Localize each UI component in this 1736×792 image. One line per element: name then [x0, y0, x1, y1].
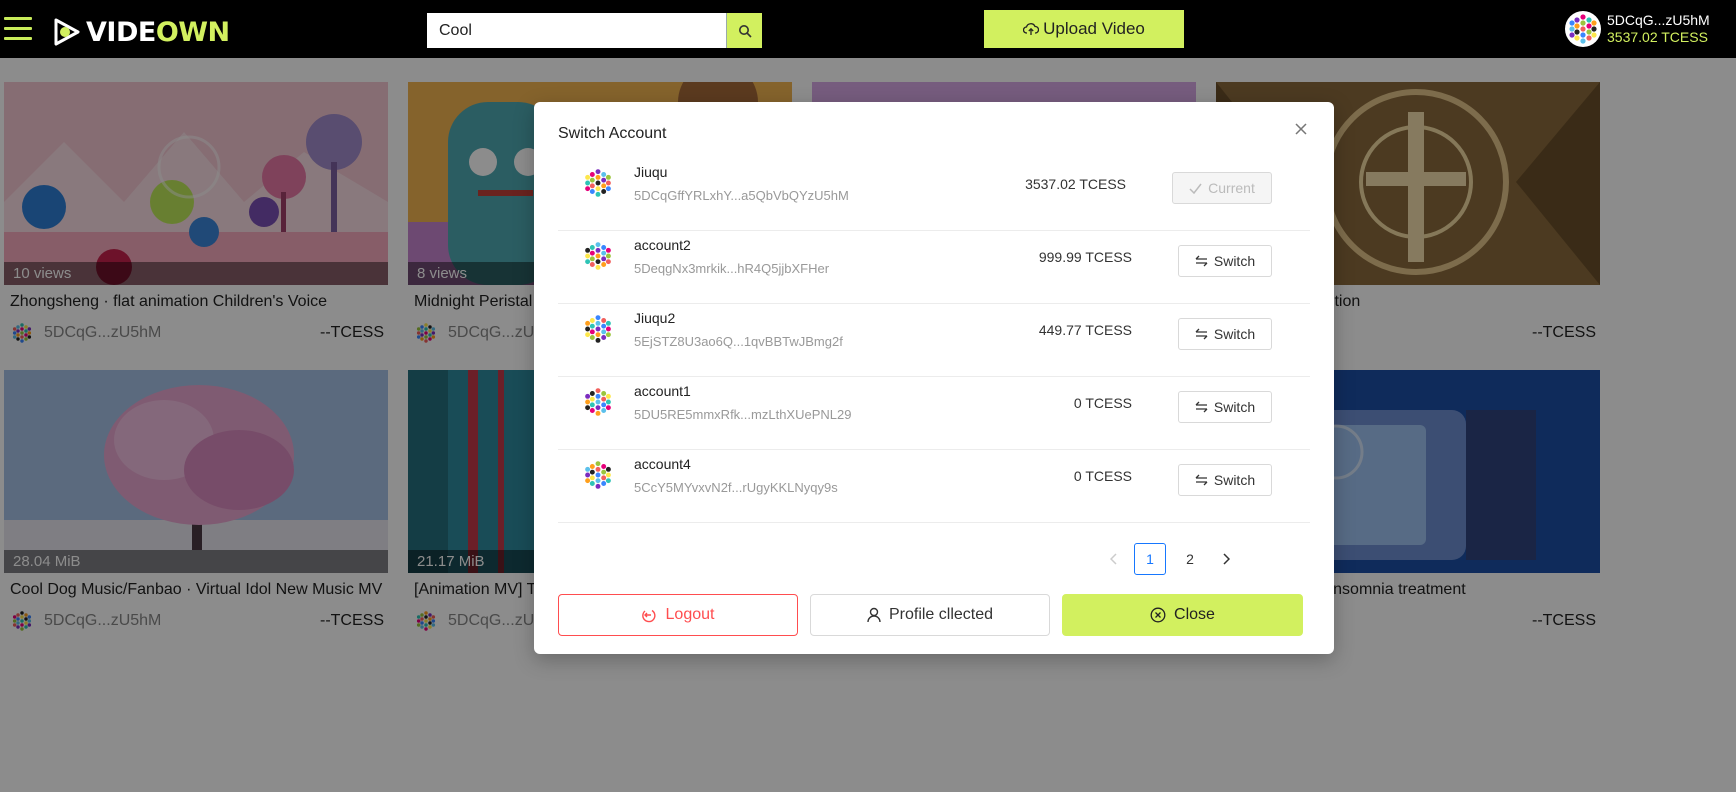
logout-button[interactable]: Logout [558, 594, 798, 636]
switch-account-button[interactable]: Switch [1178, 318, 1272, 350]
account-address: 5DU5RE5mmxRfk...mzLthXUePNL29 [634, 407, 852, 422]
search-input[interactable] [427, 13, 726, 48]
page-number[interactable]: 1 [1134, 543, 1166, 575]
logo-play-icon [54, 18, 80, 46]
swap-icon [1195, 474, 1208, 486]
avatar [581, 385, 615, 419]
logout-icon [641, 609, 656, 623]
swap-icon [1195, 401, 1208, 413]
user-balance: 3537.02 TCESS [1607, 29, 1708, 45]
account-balance: 999.99 TCESS [1038, 249, 1132, 265]
hamburger-menu-icon[interactable] [4, 17, 32, 43]
chevron-left-icon [1110, 553, 1117, 565]
switch-account-button[interactable]: Switch [1178, 464, 1272, 496]
account-list: Jiuqu 5DCqGffYRLxhY...a5QbVbQYzU5hM 3537… [558, 158, 1310, 523]
logo-text: VIDEOWN [86, 16, 230, 48]
account-address: 5DeqgNx3mrkik...hR4Q5jjbXFHer [634, 261, 830, 276]
account-address: 5CcY5MYvxvN2f...rUgyKKLNyqy9s [634, 480, 838, 495]
next-page-button[interactable] [1210, 543, 1242, 575]
pagination: 1 2 [1098, 543, 1242, 575]
avatar [581, 312, 615, 346]
modal-title: Switch Account [558, 125, 667, 142]
user-account-box[interactable]: 5DCqG...zU5hM 3537.02 TCESS [1565, 10, 1710, 48]
page-number[interactable]: 2 [1174, 543, 1206, 575]
account-row: account2 5DeqgNx3mrkik...hR4Q5jjbXFHer 9… [558, 231, 1310, 304]
upload-video-label: Upload Video [1043, 19, 1145, 38]
account-address: 5DCqGffYRLxhY...a5QbVbQYzU5hM [634, 188, 849, 203]
account-row: Jiuqu2 5EjSTZ8U3ao6Q...1qvBBTwJBmg2f 449… [558, 304, 1310, 377]
account-row: Jiuqu 5DCqGffYRLxhY...a5QbVbQYzU5hM 3537… [558, 158, 1310, 231]
account-name: Jiuqu [634, 164, 668, 180]
switch-account-modal: Switch Account Jiuqu 5DCqGffYRLxhY...a5Q… [534, 102, 1334, 654]
account-balance: 0 TCESS [1073, 468, 1132, 484]
switch-account-button[interactable]: Switch [1178, 245, 1272, 277]
account-name: account1 [634, 383, 691, 399]
search-bar [427, 13, 762, 48]
account-name: account2 [634, 237, 691, 253]
swap-icon [1195, 328, 1208, 340]
top-header: VIDEOWN Upload Video 5DCqG...zU5hM 3537.… [0, 0, 1736, 58]
account-name: account4 [634, 456, 691, 472]
avatar [1565, 11, 1601, 47]
upload-video-button[interactable]: Upload Video [984, 10, 1184, 48]
account-balance: 3537.02 TCESS [1025, 176, 1126, 192]
account-row: account1 5DU5RE5mmxRfk...mzLthXUePNL29 0… [558, 377, 1310, 450]
check-icon [1189, 183, 1202, 194]
chevron-right-icon [1223, 553, 1230, 565]
search-icon [738, 24, 752, 38]
account-name: Jiuqu2 [634, 310, 676, 326]
user-address: 5DCqG...zU5hM [1607, 12, 1710, 28]
swap-icon [1195, 255, 1208, 267]
current-account-button: Current [1172, 172, 1272, 204]
cloud-upload-icon [1023, 23, 1040, 35]
account-balance: 449.77 TCESS [1038, 322, 1132, 338]
account-row: account4 5CcY5MYvxvN2f...rUgyKKLNyqy9s 0… [558, 450, 1310, 523]
logo[interactable]: VIDEOWN [52, 16, 230, 48]
profile-collected-button[interactable]: Profile cllected [810, 594, 1050, 636]
close-button[interactable]: Close [1062, 594, 1303, 636]
user-icon [867, 607, 881, 623]
avatar [581, 239, 615, 273]
close-icon[interactable] [1290, 118, 1312, 140]
account-address: 5EjSTZ8U3ao6Q...1qvBBTwJBmg2f [634, 334, 843, 349]
avatar [581, 166, 615, 200]
prev-page-button[interactable] [1098, 543, 1130, 575]
switch-account-button[interactable]: Switch [1178, 391, 1272, 423]
close-circle-icon [1150, 607, 1166, 623]
account-balance: 0 TCESS [1073, 395, 1132, 411]
avatar [581, 458, 615, 492]
search-button[interactable] [726, 13, 762, 48]
